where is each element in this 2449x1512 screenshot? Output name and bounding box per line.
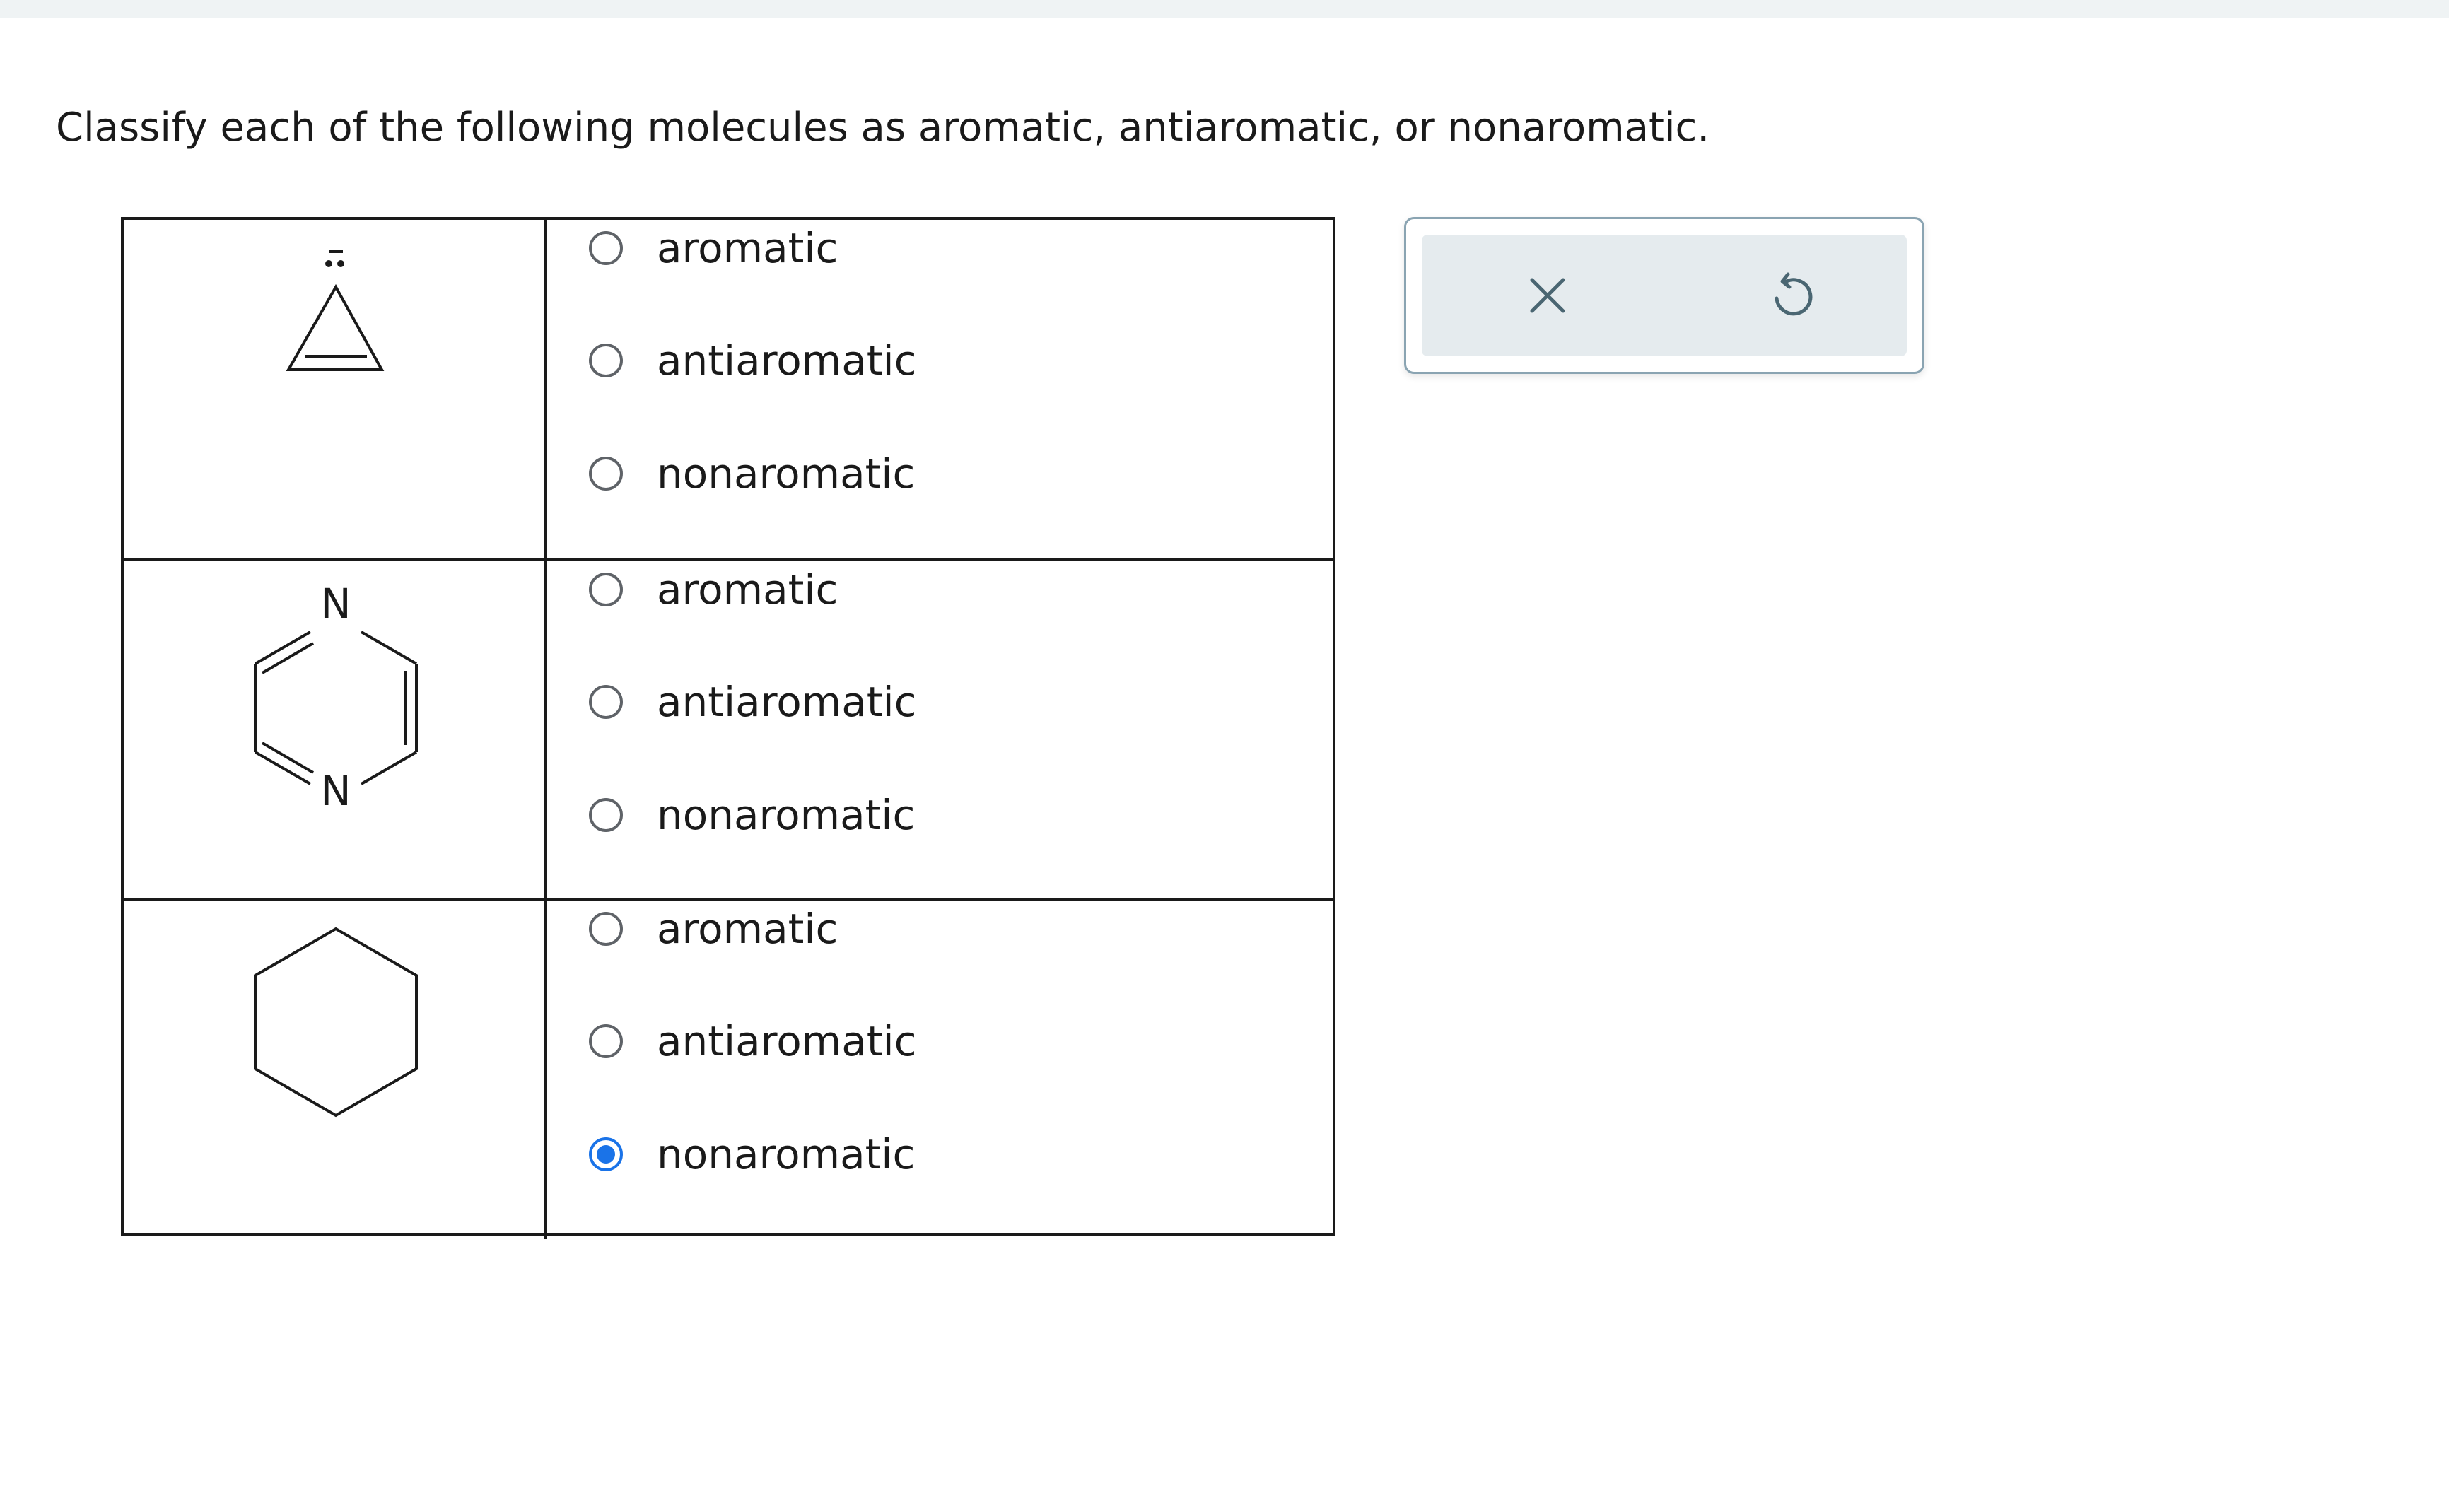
option-label: antiaromatic	[657, 1017, 917, 1065]
close-icon	[1530, 278, 1565, 313]
atom-label-top: N	[320, 580, 351, 628]
question-text: Classify each of the following molecules…	[56, 105, 1710, 151]
option-label: antiaromatic	[657, 678, 917, 726]
radio-button[interactable]	[589, 231, 623, 265]
option-label: aromatic	[657, 565, 838, 614]
option-label: nonaromatic	[657, 791, 916, 839]
atom-label-bottom: N	[320, 767, 351, 815]
table-row: aromatic antiaromatic nonaromatic	[124, 898, 1333, 1239]
option-label: aromatic	[657, 224, 838, 272]
radio-button[interactable]	[589, 1137, 623, 1171]
molecule-cell	[124, 220, 547, 558]
radio-button[interactable]	[589, 1024, 623, 1058]
radio-button[interactable]	[589, 912, 623, 946]
undo-button[interactable]	[1763, 266, 1822, 325]
radio-button[interactable]	[589, 344, 623, 377]
options-group: aromatic antiaromatic nonaromatic	[547, 220, 1333, 558]
option-label: nonaromatic	[657, 450, 916, 498]
radio-button[interactable]	[589, 457, 623, 491]
toolbar-inner	[1422, 235, 1907, 356]
options-group: aromatic antiaromatic nonaromatic	[547, 561, 1333, 900]
answer-toolbar	[1404, 217, 1924, 374]
undo-icon	[1775, 272, 1813, 316]
classification-table: aromatic antiaromatic nonaromatic N N ar…	[121, 217, 1335, 1239]
radio-button[interactable]	[589, 798, 623, 832]
option-label: aromatic	[657, 905, 838, 953]
pyrazine-icon: N N	[254, 580, 418, 815]
table-row: aromatic antiaromatic nonaromatic	[124, 220, 1333, 558]
radio-button[interactable]	[589, 573, 623, 606]
radio-button[interactable]	[589, 685, 623, 719]
option-label: nonaromatic	[657, 1130, 916, 1178]
option-label: antiaromatic	[657, 336, 917, 385]
molecule-cell	[124, 901, 547, 1239]
molecule-cell: N N	[124, 561, 547, 900]
clear-button[interactable]	[1518, 266, 1577, 325]
top-strip	[0, 0, 2449, 18]
cyclopropenyl-anion-icon	[286, 250, 385, 371]
table-row: N N aromatic antiaromatic nonaromatic	[124, 558, 1333, 900]
cyclohexane-icon	[254, 927, 418, 1118]
options-group: aromatic antiaromatic nonaromatic	[547, 901, 1333, 1239]
